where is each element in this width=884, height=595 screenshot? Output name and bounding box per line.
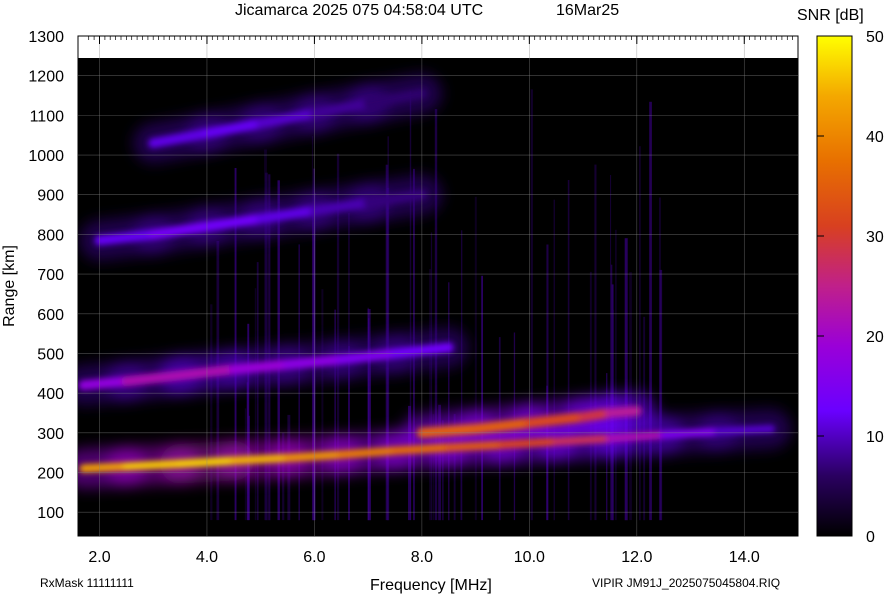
y-tick-label: 600 [37, 307, 64, 324]
x-tick-label: 14.0 [729, 549, 760, 566]
colorbar [816, 35, 853, 537]
chart-title: Jicamarca 2025 075 04:58:04 UTC [235, 2, 483, 19]
echo-trace-segment [121, 370, 186, 387]
interference-streak [546, 244, 549, 521]
echo-trace-segment [524, 411, 589, 428]
y-tick-label: 500 [37, 346, 64, 363]
y-tick-label: 300 [37, 426, 64, 443]
interference-streak [481, 275, 483, 521]
x-tick-label: 4.0 [196, 549, 218, 566]
interference-streak [448, 282, 450, 521]
interference-streak [659, 197, 661, 521]
echo-trace-segment [604, 406, 642, 418]
y-tick-label: 100 [37, 505, 64, 522]
x-axis-label: Frequency [MHz] [370, 577, 492, 594]
interference-streak [624, 238, 628, 521]
y-tick-label: 800 [37, 227, 64, 244]
y-tick-label: 900 [37, 188, 64, 205]
echo-trace-segment [336, 348, 401, 365]
rxmask-label: RxMask 11111111 [40, 576, 134, 590]
x-tick-label: 2.0 [88, 549, 110, 566]
colorbar-tick-label: 10 [866, 429, 884, 446]
y-tick-label: 1000 [28, 148, 64, 165]
echo-trace-segment [659, 427, 722, 439]
x-tick-label: 10.0 [514, 549, 545, 566]
ionogram-figure: Jicamarca 2025 075 04:58:04 UTC 16Mar25 … [1, 2, 884, 594]
colorbar-tick-label: 40 [866, 129, 884, 146]
interference-streak [430, 232, 433, 521]
interference-streak [615, 229, 617, 521]
y-tick-label: 700 [37, 267, 64, 284]
colorbar-tick-label: 20 [866, 329, 884, 346]
x-tick-label: 12.0 [621, 549, 652, 566]
y-tick-label: 1100 [30, 108, 65, 125]
interference-streak [210, 304, 213, 521]
interference-streak [321, 289, 324, 521]
chart-date: 16Mar25 [556, 2, 619, 19]
plot-area [78, 58, 798, 536]
echo-trace-segment [470, 417, 535, 434]
echo-trace-segment [122, 459, 185, 471]
y-tick-label: 400 [37, 386, 64, 403]
x-tick-labels: 2.0 4.0 6.0 8.0 10.0 12.0 14.0 [88, 549, 760, 566]
echo-trace-segment [416, 423, 481, 438]
echo-trace-segment [444, 440, 507, 452]
echo-trace-segment [229, 453, 292, 465]
colorbar-tick-label: 0 [866, 529, 875, 546]
colorbar-label: SNR [dB] [797, 7, 864, 24]
interference-streak [639, 146, 641, 521]
interference-streak [594, 164, 597, 521]
interference-streak [649, 101, 652, 521]
interference-streak [429, 269, 431, 521]
echo-trace-segment [79, 462, 131, 473]
echo-trace-segment [552, 434, 614, 446]
echo-trace-segment [94, 229, 159, 246]
echo-trace-segment [78, 376, 132, 391]
interference-streak [567, 180, 570, 521]
interference-streak [610, 175, 612, 521]
echo-trace-segment [228, 359, 293, 375]
y-tick-label: 200 [37, 466, 64, 483]
y-tick-labels: 100 200 300 400 500 600 700 800 900 1000 1100 1200 1… [28, 29, 64, 522]
y-tick-label: 1200 [28, 69, 64, 86]
x-tick-label: 8.0 [411, 549, 433, 566]
y-tick-label: 1300 [28, 29, 64, 46]
interference-streak [553, 199, 555, 521]
echo-trace-segment [337, 446, 400, 459]
interference-streak [254, 288, 257, 521]
colorbar-tick-label: 30 [866, 229, 884, 246]
interference-streak [461, 230, 463, 521]
y-axis-label: Range [km] [1, 245, 18, 327]
x-tick-label: 6.0 [303, 549, 325, 566]
colorbar-tick-label: 50 [866, 29, 884, 46]
interference-streak [256, 262, 259, 521]
interference-streak [474, 196, 477, 521]
file-label: VIPIR JM91J_2025075045804.RIQ [592, 576, 780, 590]
